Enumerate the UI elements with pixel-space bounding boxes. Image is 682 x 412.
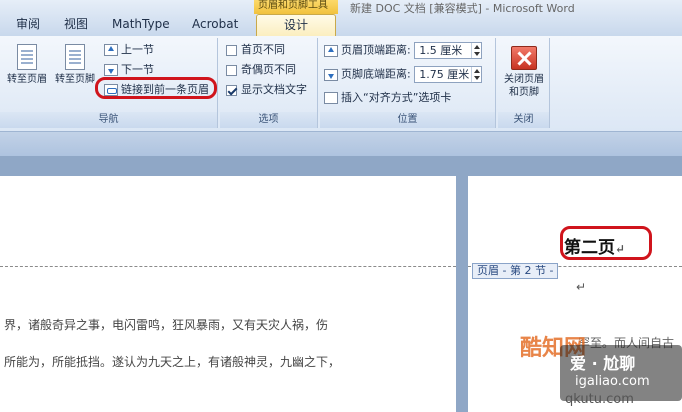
alignment-tab-icon: [324, 92, 338, 104]
show-document-text-checkbox[interactable]: [226, 84, 237, 96]
footer-page-icon: [65, 44, 85, 70]
prev-section-label: 上一节: [121, 43, 154, 56]
prev-section-button[interactable]: 上一节: [104, 42, 154, 58]
page-heading-text: 第二页: [564, 238, 615, 258]
group-position: 页眉顶端距离: 1.5 厘米 页脚底端距离: 1.75 厘米 插入“对齐方式”选…: [320, 38, 496, 128]
footer-from-bottom-spinner[interactable]: 1.75 厘米: [414, 66, 483, 83]
header-from-top-row: 页眉顶端距离: 1.5 厘米: [324, 42, 483, 59]
group-label-navigation: 导航: [0, 112, 217, 128]
odd-even-different-label: 奇偶页不同: [241, 63, 296, 76]
goto-header-label: 转至页眉: [7, 74, 47, 85]
odd-even-different-option[interactable]: 奇偶页不同: [226, 62, 296, 78]
body-text-line-1[interactable]: 界，诸般奇异之事，电闪雷鸣，狂风暴雨，又有天灾人祸，伤: [4, 316, 328, 333]
next-section-icon: [104, 64, 118, 76]
goto-footer-button[interactable]: 转至页脚: [50, 44, 100, 86]
watermark-domain: igaliao.com: [575, 374, 650, 389]
group-navigation: 转至页眉 转至页脚 上一节 下一节 链接到前一条页眉 导航: [0, 38, 218, 128]
close-header-footer-button[interactable]: 关闭页眉 和页脚: [499, 46, 549, 99]
tab-view[interactable]: 视图: [54, 14, 98, 36]
header-from-top-value: 1.5 厘米: [419, 44, 463, 57]
spinner-arrows-icon[interactable]: [471, 67, 481, 82]
page-left[interactable]: 界，诸般奇异之事，电闪雷鸣，狂风暴雨，又有天灾人祸，伤 所能为，所能抵挡。遂认为…: [0, 176, 456, 412]
tab-mathtype[interactable]: MathType: [102, 14, 180, 36]
header-section-tag: 页眉 - 第 2 节 -: [472, 263, 559, 279]
odd-even-different-checkbox[interactable]: [226, 64, 237, 76]
page-heading[interactable]: 第二页↵: [564, 233, 625, 258]
group-label-options: 选项: [220, 112, 317, 128]
title-bar: 页眉和页脚工具 新建 DOC 文档 [兼容模式] - Microsoft Wor…: [0, 0, 682, 36]
goto-footer-label: 转至页脚: [55, 74, 95, 85]
header-from-top-label: 页眉顶端距离:: [341, 43, 411, 57]
header-boundary-line: [0, 266, 456, 267]
header-from-top-spinner[interactable]: 1.5 厘米: [414, 42, 483, 59]
prev-section-icon: [104, 44, 118, 56]
footer-from-bottom-row: 页脚底端距离: 1.75 厘米: [324, 66, 483, 83]
body-text-line-2[interactable]: 所能为，所能抵挡。遂认为九天之上，有诸般神灵，九幽之下，: [4, 353, 340, 370]
link-to-previous-button[interactable]: 链接到前一条页眉: [104, 82, 209, 98]
watermark-domain-2: qkutu.com: [565, 392, 634, 407]
next-section-button[interactable]: 下一节: [104, 62, 154, 78]
show-document-text-label: 显示文档文字: [241, 83, 307, 96]
footer-from-bottom-value: 1.75 厘米: [419, 68, 470, 81]
ruler-strip: [0, 132, 682, 156]
insert-alignment-tab-button[interactable]: 插入“对齐方式”选项卡: [324, 90, 451, 106]
group-options: 首页不同 奇偶页不同 显示文档文字 选项: [220, 38, 318, 128]
paragraph-mark-icon: ↵: [576, 280, 587, 294]
group-label-position: 位置: [320, 112, 495, 128]
close-header-footer-label-2: 和页脚: [509, 87, 539, 98]
first-page-different-label: 首页不同: [241, 43, 285, 56]
goto-header-button[interactable]: 转至页眉: [2, 44, 52, 86]
context-tab-header: 页眉和页脚工具: [254, 0, 338, 14]
tab-design[interactable]: 设计: [256, 14, 336, 36]
link-to-previous-label: 链接到前一条页眉: [121, 83, 209, 96]
group-close: 关闭页眉 和页脚 关闭: [498, 38, 550, 128]
tab-review[interactable]: 审阅: [6, 14, 50, 36]
first-page-different-checkbox[interactable]: [226, 44, 237, 56]
spinner-arrows-icon[interactable]: [471, 43, 481, 58]
window-title: 新建 DOC 文档 [兼容模式] - Microsoft Word: [350, 2, 575, 15]
close-header-footer-label-1: 关闭页眉: [504, 74, 544, 85]
watermark-overlay-text: 爱 · 尬聊: [570, 354, 636, 373]
next-section-label: 下一节: [121, 63, 154, 76]
footer-from-bottom-label: 页脚底端距离:: [341, 67, 411, 81]
insert-alignment-tab-label: 插入“对齐方式”选项卡: [341, 91, 452, 104]
context-tab-header-label: 页眉和页脚工具: [258, 0, 328, 11]
group-label-close: 关闭: [498, 112, 549, 128]
close-icon: [511, 46, 537, 70]
show-document-text-option[interactable]: 显示文档文字: [226, 82, 307, 98]
tab-acrobat[interactable]: Acrobat: [182, 14, 248, 36]
header-position-icon: [324, 44, 338, 57]
header-page-icon: [17, 44, 37, 70]
link-icon: [104, 84, 118, 96]
ribbon: 转至页眉 转至页脚 上一节 下一节 链接到前一条页眉 导航 首页不同 奇偶页不同…: [0, 36, 682, 132]
first-page-different-option[interactable]: 首页不同: [226, 42, 285, 58]
footer-position-icon: [324, 68, 338, 81]
paragraph-mark-icon: ↵: [615, 242, 626, 256]
